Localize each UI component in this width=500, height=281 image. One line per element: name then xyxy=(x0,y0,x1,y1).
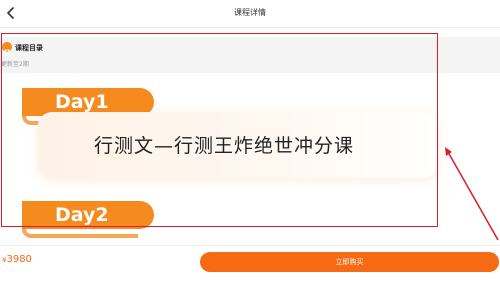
price-value: 3980 xyxy=(6,254,32,265)
course-catalog-section[interactable]: 课程目录 更新至2期 xyxy=(0,37,500,73)
grid-icon xyxy=(2,42,12,55)
lesson-list: Day1 行测文—行测王炸绝世冲分课 Day2 xyxy=(0,73,500,245)
price: ¥3980 xyxy=(2,254,32,265)
page-title: 课程详情 xyxy=(234,8,266,17)
lesson-card[interactable]: 行测文—行测王炸绝世冲分课 xyxy=(38,112,438,178)
top-nav-bar: 课程详情 xyxy=(0,0,500,28)
purchase-bar: ¥3980 立即购买 xyxy=(0,245,500,281)
day2-tag: Day2 xyxy=(22,201,154,238)
catalog-update-status: 更新至2期 xyxy=(1,61,29,68)
catalog-title: 课程目录 xyxy=(15,44,43,52)
lesson-title: 行测文—行测王炸绝世冲分课 xyxy=(94,135,355,157)
buy-now-button[interactable]: 立即购买 xyxy=(200,252,499,272)
